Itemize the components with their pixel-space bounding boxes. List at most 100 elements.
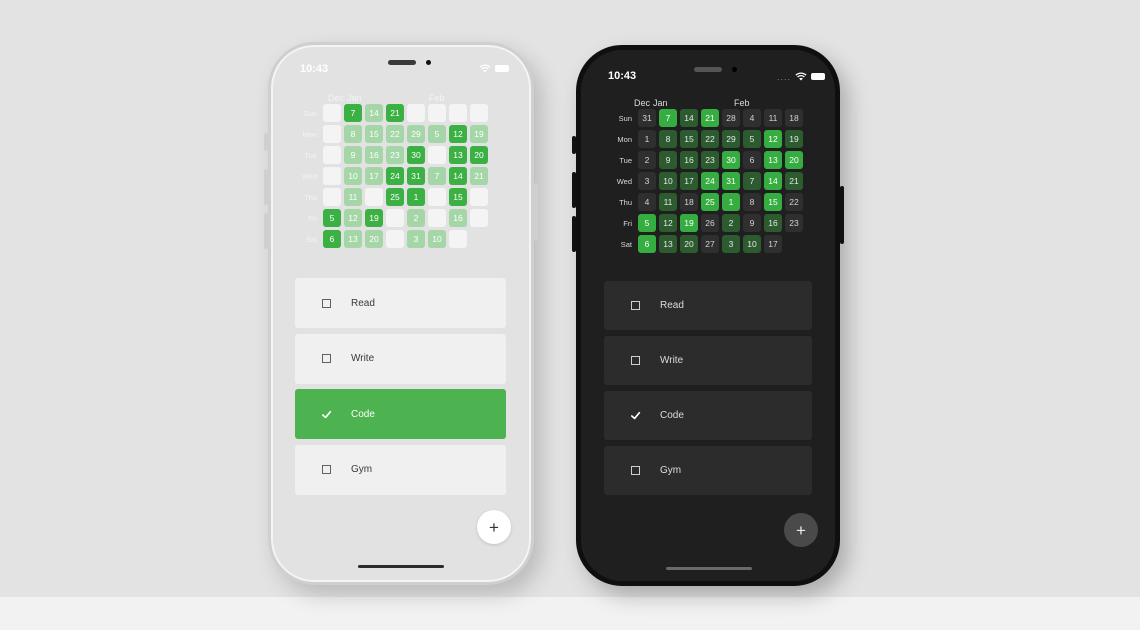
calendar-day[interactable]: 16 [680, 151, 698, 169]
calendar-day[interactable]: 16 [365, 146, 383, 164]
calendar-day[interactable]: 25 [386, 188, 404, 206]
home-indicator[interactable] [358, 565, 444, 568]
add-habit-button[interactable]: + [784, 513, 818, 547]
calendar-day[interactable]: 15 [365, 125, 383, 143]
calendar-day[interactable]: 5 [743, 130, 761, 148]
calendar-day[interactable]: 12 [764, 130, 782, 148]
habit-row[interactable]: Code [295, 389, 506, 439]
calendar-day[interactable]: 8 [659, 130, 677, 148]
calendar-day[interactable]: 14 [449, 167, 467, 185]
calendar-day[interactable]: 20 [470, 146, 488, 164]
checkbox-icon[interactable] [322, 465, 331, 474]
calendar-day[interactable]: 17 [365, 167, 383, 185]
calendar-day[interactable]: 24 [386, 167, 404, 185]
calendar-day[interactable]: 14 [764, 172, 782, 190]
calendar-day[interactable]: 9 [659, 151, 677, 169]
calendar-day[interactable]: 1 [722, 193, 740, 211]
calendar-day[interactable]: 6 [323, 230, 341, 248]
habit-row[interactable]: Gym [604, 446, 812, 495]
calendar-day[interactable]: 31 [407, 167, 425, 185]
calendar-day[interactable]: 26 [701, 214, 719, 232]
calendar-day[interactable]: 28 [722, 109, 740, 127]
calendar-day[interactable]: 27 [701, 235, 719, 253]
checkbox-icon[interactable] [631, 301, 640, 310]
checkbox-icon[interactable] [322, 354, 331, 363]
calendar-day[interactable]: 1 [407, 188, 425, 206]
calendar-day[interactable]: 2 [323, 146, 341, 164]
calendar-day[interactable]: 28 [407, 104, 425, 122]
calendar-day[interactable]: 15 [680, 130, 698, 148]
calendar-day[interactable]: 2 [407, 209, 425, 227]
calendar-day[interactable]: 19 [470, 125, 488, 143]
calendar-day[interactable]: 18 [365, 188, 383, 206]
calendar-day[interactable]: 12 [449, 125, 467, 143]
calendar-day[interactable]: 24 [701, 172, 719, 190]
calendar-day[interactable]: 21 [785, 172, 803, 190]
habit-row[interactable]: Read [604, 281, 812, 330]
calendar-day[interactable]: 13 [659, 235, 677, 253]
calendar-day[interactable]: 2 [638, 151, 656, 169]
checkmark-icon[interactable] [321, 409, 332, 420]
calendar-day[interactable]: 11 [659, 193, 677, 211]
calendar-day[interactable]: 23 [470, 209, 488, 227]
checkbox-icon[interactable] [322, 298, 331, 308]
calendar-day[interactable]: 20 [680, 235, 698, 253]
calendar-day[interactable]: 17 [449, 230, 467, 248]
calendar-day[interactable]: 7 [659, 109, 677, 127]
habit-row[interactable]: Gym [295, 444, 506, 495]
calendar-day[interactable]: 18 [680, 193, 698, 211]
calendar-day[interactable]: 21 [386, 104, 404, 122]
calendar-day[interactable]: 31 [323, 104, 341, 122]
calendar-day[interactable]: 27 [386, 230, 404, 248]
calendar-day[interactable]: 2 [722, 214, 740, 232]
calendar-day[interactable]: 8 [344, 125, 362, 143]
calendar-day[interactable]: 18 [785, 109, 803, 127]
calendar-day[interactable]: 15 [449, 188, 467, 206]
calendar-day[interactable]: 10 [743, 235, 761, 253]
calendar-day[interactable]: 15 [764, 193, 782, 211]
calendar-day[interactable]: 22 [470, 188, 488, 206]
calendar-day[interactable]: 23 [785, 214, 803, 232]
calendar-day[interactable]: 21 [470, 167, 488, 185]
calendar-day[interactable]: 13 [449, 146, 467, 164]
calendar-day[interactable]: 22 [701, 130, 719, 148]
calendar-day[interactable]: 8 [743, 193, 761, 211]
calendar-day[interactable]: 20 [365, 230, 383, 248]
calendar-day[interactable]: 3 [407, 230, 425, 248]
calendar-day[interactable]: 23 [386, 146, 404, 164]
calendar-day[interactable]: 23 [701, 151, 719, 169]
calendar-day[interactable]: 22 [785, 193, 803, 211]
calendar-day[interactable]: 9 [428, 209, 446, 227]
calendar-day[interactable]: 11 [344, 188, 362, 206]
calendar-day[interactable]: 16 [764, 214, 782, 232]
home-indicator[interactable] [666, 567, 752, 570]
calendar-day[interactable]: 14 [365, 104, 383, 122]
calendar-day[interactable]: 9 [743, 214, 761, 232]
calendar-day[interactable]: 13 [764, 151, 782, 169]
calendar-day[interactable]: 3 [323, 167, 341, 185]
habit-row[interactable]: Write [604, 336, 812, 385]
calendar-day[interactable]: 19 [680, 214, 698, 232]
calendar-day[interactable]: 18 [470, 104, 488, 122]
calendar-day[interactable]: 7 [428, 167, 446, 185]
calendar-day[interactable]: 6 [638, 235, 656, 253]
calendar-day[interactable]: 6 [743, 151, 761, 169]
calendar-day[interactable]: 29 [722, 130, 740, 148]
calendar-day[interactable]: 29 [407, 125, 425, 143]
habit-row[interactable]: Write [295, 333, 506, 384]
calendar-day[interactable]: 1 [323, 125, 341, 143]
calendar-day[interactable]: 4 [428, 104, 446, 122]
calendar-day[interactable]: 10 [659, 172, 677, 190]
calendar-day[interactable]: 17 [680, 172, 698, 190]
calendar-day[interactable]: 30 [407, 146, 425, 164]
calendar-day[interactable]: 5 [638, 214, 656, 232]
calendar-day[interactable]: 6 [428, 146, 446, 164]
checkmark-icon[interactable] [630, 410, 641, 421]
calendar-day[interactable]: 19 [365, 209, 383, 227]
calendar-day[interactable]: 31 [722, 172, 740, 190]
calendar-day[interactable]: 5 [323, 209, 341, 227]
add-habit-button[interactable]: + [477, 510, 511, 544]
habit-row[interactable]: Read [295, 278, 506, 328]
calendar-day[interactable]: 4 [743, 109, 761, 127]
calendar-day[interactable]: 5 [428, 125, 446, 143]
